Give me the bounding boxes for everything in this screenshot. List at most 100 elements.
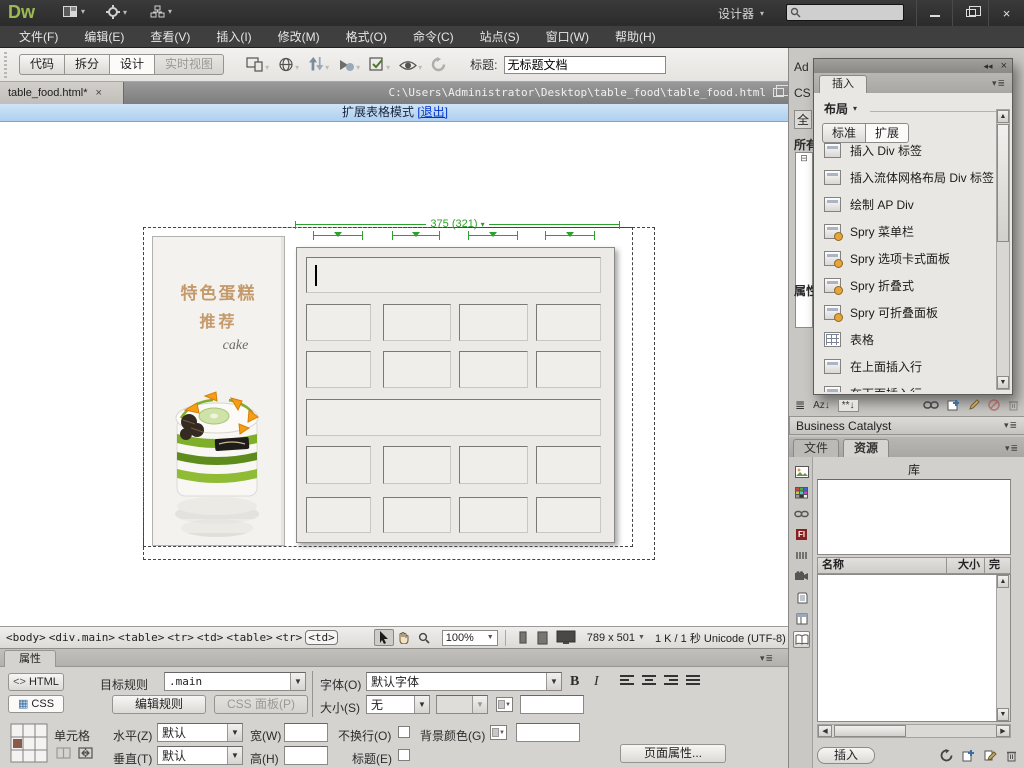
css-rules-tree[interactable]: ⊟ [795, 152, 813, 328]
collapsed-panel-css-styles[interactable]: CS [794, 86, 811, 100]
target-rule-dropdown[interactable]: .main ▼ [164, 672, 306, 691]
column-name[interactable]: 名称 [817, 557, 947, 574]
table-cell[interactable] [306, 351, 371, 388]
table-cell[interactable] [383, 446, 451, 484]
business-catalyst-panel[interactable]: Business Catalyst ▾≣ [789, 416, 1024, 435]
asset-list-vscrollbar[interactable]: ▲ ▼ [996, 575, 1010, 721]
toolbar-grip[interactable] [4, 52, 7, 78]
menu-file[interactable]: 文件(F) [6, 26, 71, 48]
assets-tab[interactable]: 资源 [843, 439, 889, 457]
vertical-align-dropdown[interactable]: 默认 ▼ [157, 746, 243, 765]
insert-tab[interactable]: 插入 [819, 75, 867, 93]
layout-switcher-button[interactable]: ▾ [62, 5, 85, 18]
scripts-category-button[interactable] [793, 589, 810, 606]
page-properties-button[interactable]: 页面属性... [620, 744, 726, 763]
asset-list[interactable]: ▲ ▼ [817, 574, 1011, 722]
table-cell[interactable] [383, 497, 451, 533]
zoom-level-dropdown[interactable]: 100%▼ [442, 630, 498, 646]
preview-browser-button[interactable]: ▾ [278, 57, 299, 72]
window-size-value[interactable]: 789 x 501 [587, 632, 635, 644]
height-input[interactable] [284, 746, 328, 765]
table-cell[interactable] [459, 446, 528, 484]
bg-color-input[interactable] [516, 723, 580, 742]
table-width-ruler[interactable]: 375 (321) ▾ [295, 218, 620, 230]
font-dropdown[interactable]: 默认字体 ▼ [366, 672, 562, 691]
table-cell[interactable] [306, 446, 371, 484]
close-button[interactable]: × [988, 0, 1024, 26]
phone-size-button[interactable] [513, 629, 533, 646]
disable-property-icon[interactable] [988, 399, 1000, 411]
menu-view[interactable]: 查看(V) [137, 26, 203, 48]
panel-menu-icon[interactable]: ▾≣ [992, 78, 1006, 89]
attach-stylesheet-icon[interactable] [923, 400, 939, 410]
scroll-right-icon[interactable]: ▶ [996, 725, 1010, 737]
panel-menu-icon[interactable]: ▾≣ [1004, 420, 1018, 431]
insert-item-table[interactable]: 表格 [818, 326, 996, 353]
flash-category-button[interactable]: Fl [793, 526, 810, 543]
design-canvas[interactable]: 特色蛋糕 推荐 cake [0, 122, 788, 626]
css-mode-button[interactable]: ▦ CSS [8, 695, 64, 713]
live-code-button[interactable]: ▾ [338, 58, 360, 72]
table-cell[interactable] [383, 304, 451, 341]
scroll-down-icon[interactable]: ▼ [997, 376, 1009, 389]
table-cell[interactable] [536, 304, 601, 341]
file-management-button[interactable]: ▾ [308, 57, 329, 72]
text-color-swatch[interactable]: ▼ [496, 697, 513, 712]
list-view-button[interactable]: Az↓ [813, 400, 830, 411]
css-all-button[interactable]: 全 [794, 110, 812, 129]
restore-doc-window-icon[interactable] [773, 88, 784, 97]
align-left-button[interactable] [620, 675, 634, 687]
search-input[interactable] [786, 4, 904, 21]
table-cell[interactable] [459, 351, 528, 388]
scroll-up-icon[interactable]: ▲ [997, 110, 1009, 123]
collapsed-panel-adobe[interactable]: Ad [794, 60, 809, 74]
check-browser-compat-button[interactable]: ▾ [369, 57, 390, 72]
column-width-marker[interactable] [313, 231, 363, 240]
column-size[interactable]: 大小 [947, 557, 985, 574]
menu-insert[interactable]: 插入(I) [203, 26, 264, 48]
table-cell[interactable] [459, 304, 528, 341]
menu-modify[interactable]: 修改(M) [265, 26, 333, 48]
menu-site[interactable]: 站点(S) [467, 26, 533, 48]
images-category-button[interactable] [793, 463, 810, 480]
menu-commands[interactable]: 命令(C) [400, 26, 467, 48]
table-cell[interactable] [536, 351, 601, 388]
files-tab[interactable]: 文件 [793, 439, 839, 457]
table-cell-editing[interactable] [306, 257, 601, 293]
set-properties-view-button[interactable]: **↓ [838, 399, 859, 412]
hand-tool-button[interactable] [394, 629, 414, 646]
collapse-to-icons-icon[interactable]: ◂◂ [984, 61, 993, 72]
edit-rule-icon[interactable] [968, 399, 980, 411]
tag-div-main[interactable]: <div.main> [49, 631, 115, 644]
header-checkbox[interactable] [398, 749, 410, 761]
code-view-button[interactable]: 代码 [19, 54, 64, 75]
new-asset-icon[interactable] [962, 749, 975, 762]
tag-td[interactable]: <td> [197, 631, 224, 644]
css-panel-button[interactable]: CSS 面板(P) [214, 695, 308, 714]
scroll-down-icon[interactable]: ▼ [997, 708, 1009, 721]
desktop-size-button[interactable] [553, 629, 579, 646]
tab-close-icon[interactable]: × [96, 87, 102, 99]
movies-category-button[interactable] [793, 568, 810, 585]
split-cell-button[interactable] [78, 747, 93, 759]
properties-tab[interactable]: 属性 [4, 650, 56, 667]
align-center-button[interactable] [642, 675, 656, 687]
nowrap-checkbox[interactable] [398, 726, 410, 738]
text-color-input[interactable] [520, 695, 584, 714]
design-view-button[interactable]: 设计 [109, 54, 154, 75]
category-dropdown[interactable]: 布局 ▾ [814, 93, 1012, 117]
table-cell[interactable] [306, 497, 371, 533]
category-view-button[interactable]: ≣ [795, 398, 805, 412]
close-icon[interactable]: × [1001, 60, 1007, 72]
library-category-button[interactable] [793, 631, 810, 648]
live-view-button[interactable]: 实时视图 [154, 54, 224, 75]
shockwave-category-button[interactable] [793, 547, 810, 564]
menu-edit[interactable]: 编辑(E) [71, 26, 137, 48]
visual-aids-button[interactable]: ▾ [399, 59, 422, 72]
insert-item-row-below[interactable]: 在下面插入行 [818, 380, 996, 392]
zoom-tool-button[interactable] [414, 629, 434, 646]
templates-category-button[interactable] [793, 610, 810, 627]
insert-item-spry-tabbed-panels[interactable]: Spry 选项卡式面板 [818, 245, 996, 272]
scroll-left-icon[interactable]: ◀ [818, 725, 832, 737]
column-width-marker[interactable] [468, 231, 518, 240]
